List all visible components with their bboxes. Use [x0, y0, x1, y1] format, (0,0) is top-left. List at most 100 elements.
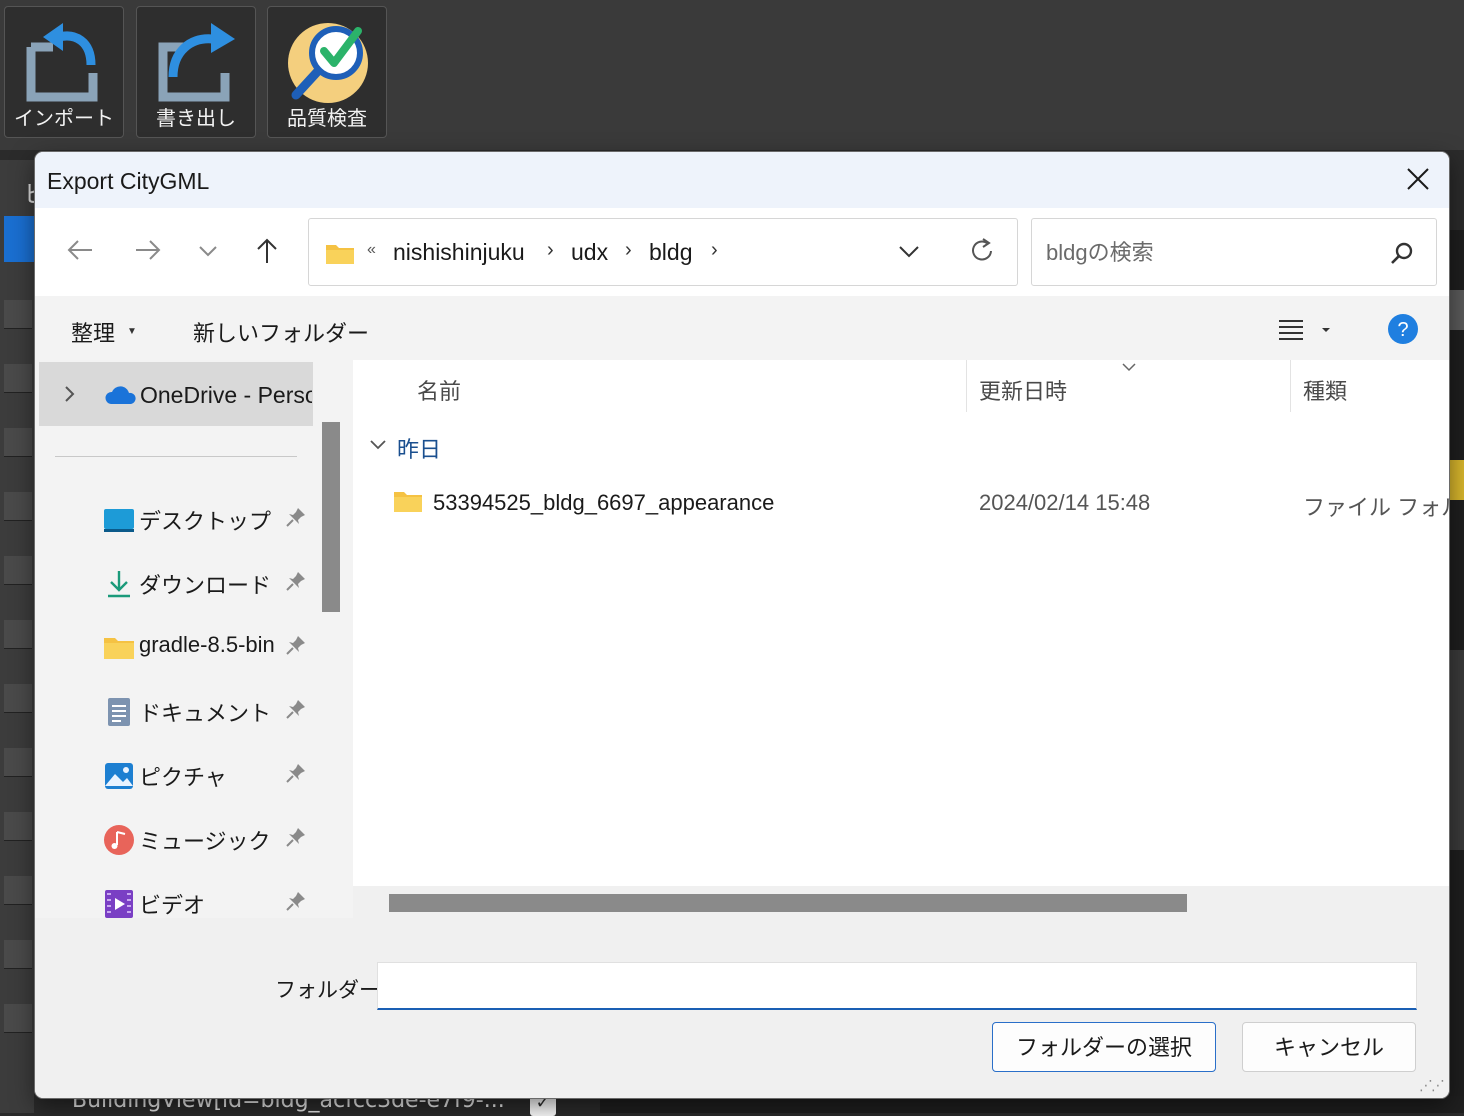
folder-icon [326, 245, 354, 264]
breadcrumb-item[interactable]: nishishinjuku [393, 239, 525, 266]
arrow-left-icon [67, 240, 92, 260]
column-divider[interactable] [966, 360, 967, 412]
host-panel-row [4, 300, 32, 329]
search-icon[interactable] [1390, 241, 1414, 265]
horizontal-scrollbar-thumb[interactable] [389, 894, 1187, 912]
export-icon [158, 23, 235, 102]
quality-check-icon [288, 23, 368, 103]
command-bar: 整理 ▼ 新しいフォルダー ? [35, 296, 1449, 360]
nav-item-pictures[interactable]: ピクチャ [35, 748, 315, 804]
column-header-type[interactable]: 種類 [1303, 374, 1347, 406]
host-selected-row[interactable] [4, 216, 34, 262]
nav-item-desktop[interactable]: デスクトップ [35, 492, 315, 548]
organize-button[interactable]: 整理 [71, 316, 115, 348]
close-icon [1407, 168, 1429, 190]
dialog-titlebar[interactable]: Export CityGML [35, 152, 1449, 208]
file-row[interactable]: 53394525_bldg_6697_appearance 2024/02/14… [353, 480, 1449, 526]
chevron-right-icon[interactable] [63, 384, 77, 404]
column-header-name[interactable]: 名前 [417, 374, 461, 406]
breadcrumb-item[interactable]: bldg [649, 239, 692, 266]
download-icon [108, 571, 130, 598]
nav-item-music[interactable]: ミュージック [35, 812, 315, 868]
host-panel-row [4, 428, 32, 457]
nav-item-label: ミュージック [139, 829, 271, 854]
nav-item-documents[interactable]: ドキュメント [35, 684, 315, 740]
recent-locations-button[interactable] [187, 228, 231, 272]
breadcrumb-separator[interactable]: › [711, 239, 718, 262]
navigation-bar: « nishishinjuku › udx › bldg › [35, 208, 1449, 296]
nav-item-label: OneDrive - Personal [140, 382, 312, 408]
caret-down-icon[interactable]: ▼ [127, 326, 137, 337]
chevron-down-icon[interactable] [369, 438, 387, 452]
address-bar[interactable]: « nishishinjuku › udx › bldg › [308, 218, 1018, 286]
sort-descending-icon [1122, 363, 1136, 372]
folder-icon [394, 492, 422, 512]
nav-item-label: デスクトップ [139, 509, 272, 534]
import-button[interactable]: インポート [4, 6, 124, 138]
host-panel-row [4, 684, 32, 713]
host-panel-row [4, 812, 32, 841]
host-panel-row [4, 748, 32, 777]
chevron-down-icon [199, 246, 217, 257]
import-icon [26, 23, 98, 102]
pin-icon[interactable] [285, 634, 307, 656]
close-button[interactable] [1385, 152, 1449, 208]
export-button[interactable]: 書き出し [136, 6, 256, 138]
select-folder-button[interactable]: フォルダーの選択 [992, 1022, 1216, 1072]
nav-item-gradle[interactable]: gradle-8.5-bin [35, 620, 315, 676]
forward-button[interactable] [125, 228, 169, 272]
host-panel-row [4, 556, 32, 585]
chevron-down-icon[interactable] [897, 241, 921, 261]
up-button[interactable] [245, 228, 289, 272]
quality-check-button[interactable]: 品質検査 [267, 6, 387, 138]
breadcrumb-item[interactable]: udx [571, 239, 608, 266]
folder-field-label: フォルダー: [275, 979, 386, 1002]
back-button[interactable] [57, 228, 101, 272]
pin-icon[interactable] [285, 826, 307, 848]
horizontal-scrollbar[interactable] [353, 886, 1449, 918]
onedrive-icon [105, 386, 136, 404]
pin-icon[interactable] [285, 698, 307, 720]
nav-item-label: ビデオ [139, 893, 206, 918]
host-viewport-detail [1449, 650, 1464, 850]
search-box[interactable] [1031, 218, 1437, 286]
music-icon [104, 825, 134, 855]
host-panel-row [4, 620, 32, 649]
breadcrumb-separator[interactable]: › [547, 239, 554, 262]
host-panel-row [4, 940, 32, 969]
folder-icon [104, 638, 134, 659]
help-icon[interactable]: ? [1387, 313, 1419, 345]
quality-check-label: 品質検査 [287, 106, 367, 130]
export-label: 書き出し [156, 106, 236, 130]
file-type: ファイル フォルダー [1303, 495, 1449, 520]
dialog-footer: フォルダー: フォルダーの選択 キャンセル ⋰⋰ [35, 918, 1449, 1098]
nav-item-downloads[interactable]: ダウンロード [35, 556, 315, 612]
document-icon [108, 698, 130, 726]
new-folder-button[interactable]: 新しいフォルダー [193, 316, 369, 348]
pin-icon[interactable] [285, 506, 307, 528]
import-label: インポート [14, 106, 114, 130]
video-icon [105, 890, 133, 918]
pin-icon[interactable] [285, 762, 307, 784]
search-input[interactable] [1044, 237, 1378, 269]
pin-icon[interactable] [285, 890, 307, 912]
breadcrumb-overflow[interactable]: « [367, 241, 376, 259]
nav-item-onedrive[interactable]: OneDrive - Personal [39, 362, 313, 426]
nav-item-label: ドキュメント [139, 701, 272, 726]
nav-scrollbar-thumb[interactable] [322, 422, 340, 612]
folder-name-input[interactable] [377, 962, 1417, 1010]
breadcrumb-separator[interactable]: › [625, 239, 632, 262]
arrow-up-icon [257, 238, 277, 263]
host-side-panel [0, 160, 34, 1113]
column-divider[interactable] [1290, 360, 1291, 412]
cancel-button[interactable]: キャンセル [1242, 1022, 1416, 1072]
pin-icon[interactable] [285, 570, 307, 592]
host-panel-row [4, 876, 32, 905]
view-options-button[interactable] [1273, 314, 1333, 344]
export-dialog: Export CityGML « nishishinjuku › udx › b… [35, 152, 1449, 1098]
refresh-icon[interactable] [969, 237, 995, 265]
nav-item-label: ダウンロード [139, 573, 272, 598]
column-header-modified[interactable]: 更新日時 [979, 374, 1067, 406]
desktop-icon [104, 509, 134, 532]
resize-grip[interactable]: ⋰⋰ [1419, 1077, 1445, 1094]
